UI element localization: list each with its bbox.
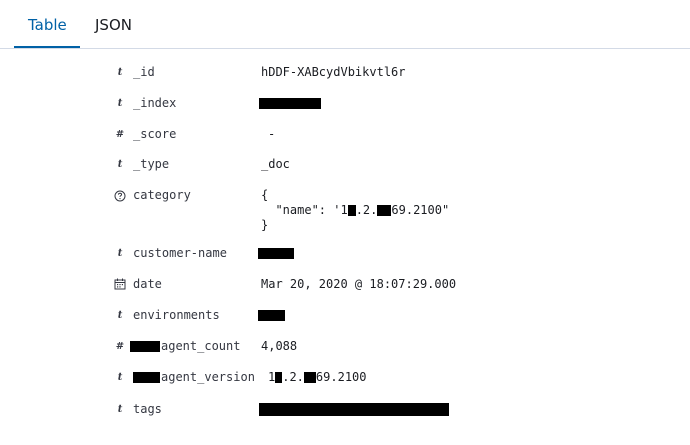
string-type-icon: t: [117, 248, 123, 259]
redacted-value: [259, 98, 321, 109]
tab-json[interactable]: JSON: [95, 16, 132, 34]
string-type-icon: t: [117, 159, 123, 170]
redacted-part: [303, 372, 316, 383]
string-type-icon: t: [117, 310, 123, 321]
field-value: -: [268, 127, 276, 141]
redacted-value: [258, 248, 294, 259]
number-type-icon: #: [115, 129, 125, 140]
value-part: .2.: [282, 370, 304, 384]
string-type-icon: t: [117, 404, 123, 415]
unknown-type-icon: [114, 190, 126, 202]
field-name: _type: [133, 157, 170, 171]
json-key-name: "name": '1: [261, 203, 348, 217]
string-type-icon: t: [117, 372, 123, 383]
field-value: 1 .2. 69.2100: [268, 370, 367, 384]
date-type-icon: [114, 278, 126, 290]
field-value: 4,088: [261, 339, 298, 353]
redacted-name-prefix: [133, 372, 160, 383]
field-name: _index: [133, 96, 177, 110]
tab-table[interactable]: Table: [28, 16, 67, 34]
json-part: .2.: [355, 203, 378, 217]
field-value: hDDF-XABcydVbikvtl6r: [261, 65, 406, 79]
field-name: environments: [133, 308, 220, 322]
field-name: agent_count: [161, 339, 241, 353]
field-value: Mar 20, 2020 @ 18:07:29.000: [261, 277, 457, 291]
json-close-brace: }: [261, 218, 269, 232]
number-type-icon: #: [115, 341, 125, 352]
field-name: _score: [133, 127, 177, 141]
active-tab-indicator: [14, 46, 80, 48]
field-value: _doc: [261, 157, 290, 171]
json-open-brace: {: [261, 188, 269, 202]
field-name: _id: [133, 65, 155, 79]
redacted-part: [347, 205, 356, 216]
redacted-part: [377, 205, 392, 216]
redacted-value: [259, 403, 449, 416]
value-part: 1: [268, 370, 276, 384]
redacted-value: [258, 310, 285, 321]
field-name: customer-name: [133, 246, 227, 260]
doc-view-tabs: Table JSON: [0, 0, 690, 49]
field-name: category: [133, 188, 191, 202]
field-value-object: { "name": '1 .2. 69.2100" }: [261, 188, 449, 233]
field-name: tags: [133, 402, 162, 416]
json-part: 69.2100": [391, 203, 450, 217]
string-type-icon: t: [117, 67, 123, 78]
field-name: agent_version: [161, 370, 255, 384]
redacted-name-prefix: [130, 341, 160, 352]
value-part: 69.2100: [315, 370, 367, 384]
field-name: date: [133, 277, 162, 291]
calendar-icon: [114, 278, 126, 290]
string-type-icon: t: [117, 98, 123, 109]
question-circle-icon: [114, 190, 126, 202]
